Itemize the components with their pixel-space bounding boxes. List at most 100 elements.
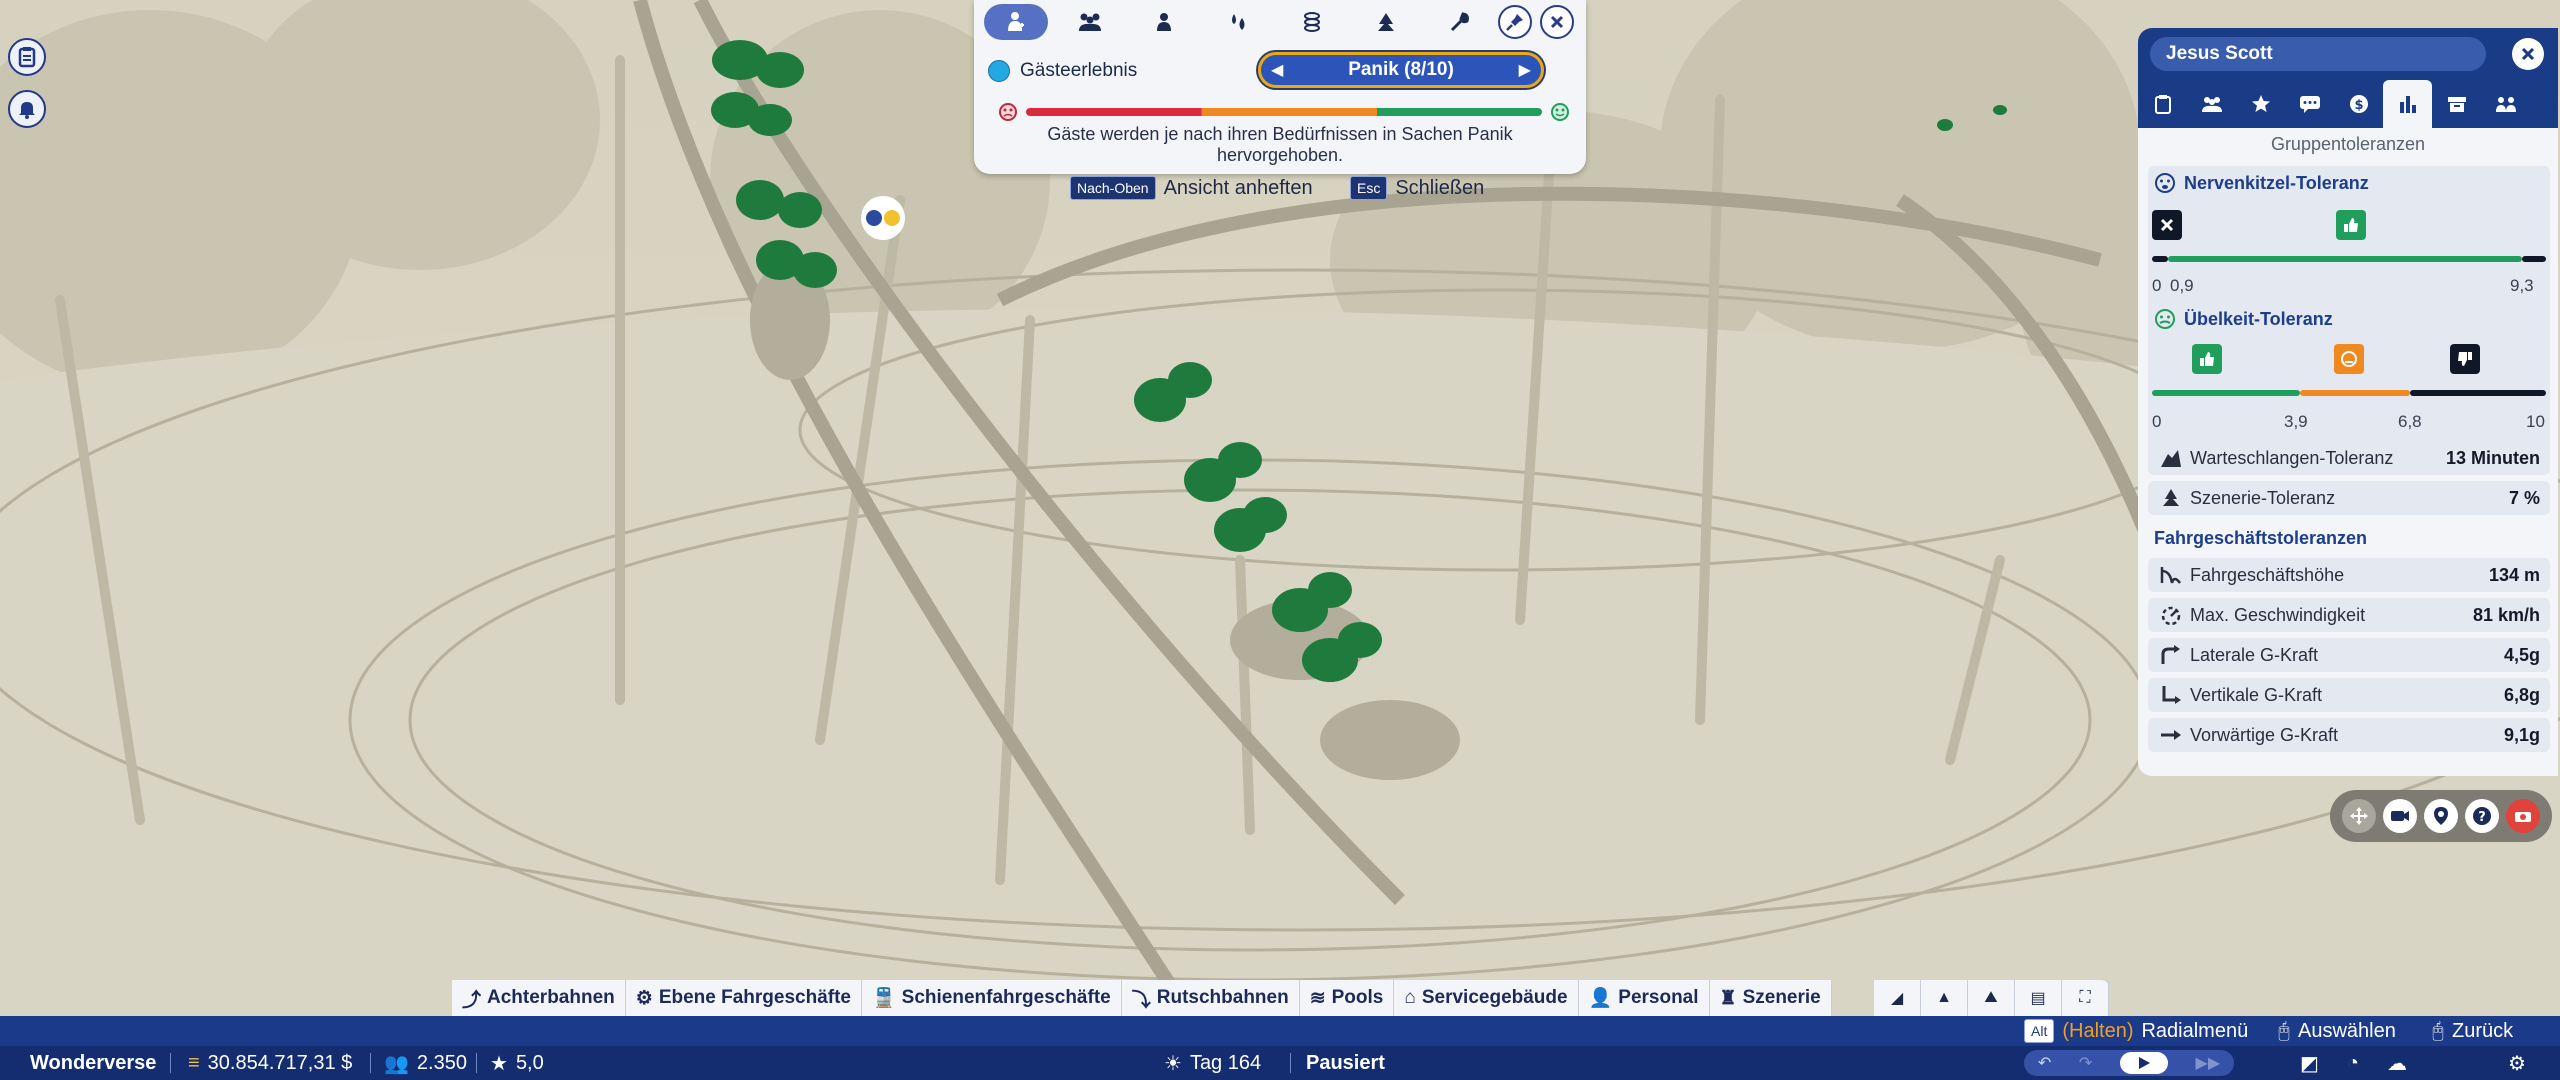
tab-person[interactable] <box>1132 4 1196 40</box>
tab-guest-experience[interactable] <box>984 4 1048 40</box>
pin-button[interactable] <box>1498 5 1532 39</box>
map-pin-icon <box>2433 807 2448 825</box>
tab-inventory[interactable] <box>2432 80 2481 128</box>
nausea-dislike-marker <box>2450 344 2480 374</box>
expand-icon: ⛶ <box>2079 989 2091 1006</box>
mouse-left-icon: 🖰 <box>2278 1019 2290 1042</box>
thrill-scale-mid <box>2168 256 2522 262</box>
queue-icon <box>2161 450 2181 467</box>
pin-icon <box>1506 14 1523 31</box>
fullscreen-tool[interactable]: ⛶ <box>2062 980 2109 1016</box>
chat-icon <box>2299 96 2320 113</box>
day-display: ☀ Tag 164 <box>1164 1051 1262 1075</box>
scenery-icon <box>1378 13 1394 31</box>
category-slides[interactable]: ⤵ Rutschbahnen <box>1121 980 1300 1016</box>
arrow-left-icon[interactable]: ◀ <box>1271 60 1283 80</box>
nausea-scale-mid <box>2300 390 2410 396</box>
nausea-label-1: 3,9 <box>2284 412 2308 431</box>
tab-overview[interactable] <box>2138 80 2187 128</box>
sun-icon: ☀ <box>1164 1052 1182 1075</box>
nausea-neutral-marker <box>2334 344 2364 374</box>
clipboard-icon <box>2154 95 2171 114</box>
pin-view-hint[interactable]: Nach-Oben Ansicht anheften <box>1070 176 1313 200</box>
blueprint-tool[interactable]: ▤ <box>2015 980 2062 1016</box>
scenery-tolerance-row: Szenerie-Toleranz 7 % <box>2148 481 2550 515</box>
category-staff[interactable]: 👤 Personal <box>1578 980 1710 1016</box>
locate-button[interactable] <box>2423 799 2458 833</box>
lateral-g-row: Laterale G-Kraft 4,5g <box>2148 638 2550 672</box>
terrain-tool[interactable]: ◢ <box>1874 980 1921 1016</box>
sad-face-icon <box>999 103 1017 121</box>
vertical-arrow-icon <box>2162 686 2181 704</box>
guest-count[interactable]: 👥 2.350 <box>384 1046 467 1080</box>
tab-maintenance[interactable] <box>1428 4 1492 40</box>
close-button[interactable] <box>1540 5 1574 39</box>
mood-selector[interactable]: ◀ Panik (8/10) ▶ <box>1258 52 1544 88</box>
notifications-button[interactable] <box>8 90 46 128</box>
close-hint[interactable]: Esc Schließen <box>1350 176 1484 200</box>
settings-button[interactable]: ⚙ <box>2508 1046 2526 1080</box>
guest-close-button[interactable] <box>2512 38 2544 70</box>
pool-icon: ≋ <box>1309 987 1326 1009</box>
move-camera-button[interactable] <box>2341 799 2376 833</box>
status-bar: Wonderverse ≡ 30.854.717,31 $ 👥 2.350 ★ … <box>0 1046 2560 1080</box>
camera-button[interactable] <box>2382 799 2417 833</box>
wrench-icon <box>1450 12 1469 32</box>
lateral-arrow-icon <box>2161 645 2180 664</box>
svg-text:?: ? <box>2478 810 2486 825</box>
park-rating[interactable]: ★ 5,0 <box>490 1046 544 1080</box>
weather-icon[interactable]: ☁ <box>2387 1051 2407 1076</box>
x-icon <box>2160 218 2174 232</box>
svg-text:$: $ <box>2354 98 2363 113</box>
nausea-like-marker <box>2192 344 2222 374</box>
tab-money[interactable] <box>1280 4 1344 40</box>
tab-groups[interactable] <box>1058 4 1122 40</box>
category-flat-rides[interactable]: ⚙ Ebene Fahrgeschäfte <box>625 980 862 1016</box>
star-icon <box>2251 95 2270 112</box>
tab-needs[interactable] <box>1206 4 1270 40</box>
clipboard-button[interactable] <box>8 38 46 76</box>
category-track-rides[interactable]: 🚆 Schienenfahrgeschäfte <box>861 980 1122 1016</box>
nausea-tolerance-box: Übelkeit-Toleranz 0 3,9 6,8 10 <box>2148 302 2550 462</box>
thrill-scale-high <box>2522 256 2546 262</box>
category-pools[interactable]: ≋ Pools <box>1299 980 1395 1016</box>
arrow-right-icon[interactable]: ▶ <box>1519 60 1531 80</box>
tab-group[interactable] <box>2187 80 2236 128</box>
thumbs-up-icon <box>2200 352 2214 366</box>
play-button[interactable] <box>2119 1052 2168 1074</box>
needs-icon <box>1232 14 1245 30</box>
group-icon <box>1079 13 1101 31</box>
move-icon <box>2349 807 2368 825</box>
tab-stats[interactable] <box>2383 80 2432 128</box>
close-icon <box>1550 15 1564 29</box>
tab-favorites[interactable] <box>2236 80 2285 128</box>
map-toggle-icon[interactable]: ◩ <box>2300 1051 2319 1076</box>
radial-menu-hint: Alt (Halten) Radialmenü <box>2024 1016 2248 1046</box>
park-name[interactable]: Wonderverse <box>30 1046 156 1080</box>
scenery-icon: ♜ <box>1719 987 1737 1009</box>
clipboard-icon <box>18 47 36 68</box>
thrill-label-2: 9,3 <box>2510 276 2534 295</box>
redo-icon[interactable]: ↷ <box>2079 1053 2092 1073</box>
category-service[interactable]: ⌂ Servicegebäude <box>1394 980 1579 1016</box>
fast-forward-icon[interactable]: ▶▶ <box>2196 1053 2221 1073</box>
undo-icon[interactable]: ↶ <box>2038 1053 2051 1073</box>
nausea-label-3: 10 <box>2526 412 2545 431</box>
mood-selector-value: Panik (8/10) <box>1348 59 1454 80</box>
group-icon <box>2201 97 2222 112</box>
tab-finances[interactable]: $ <box>2334 80 2383 128</box>
mountain-tool[interactable]: ⛰ <box>1968 980 2015 1016</box>
tab-people[interactable] <box>2481 80 2530 128</box>
help-button[interactable]: ? <box>2465 799 2500 833</box>
money-display[interactable]: ≡ 30.854.717,31 $ <box>188 1046 352 1080</box>
tree-tool[interactable]: ▲ <box>1921 980 1968 1016</box>
neutral-face-icon <box>2341 351 2357 367</box>
timer-icon[interactable]: ◔ <box>2347 1052 2359 1075</box>
record-button[interactable] <box>2506 799 2541 833</box>
tab-thoughts[interactable] <box>2285 80 2334 128</box>
tab-scenery[interactable] <box>1354 4 1418 40</box>
category-scenery[interactable]: ♜ Szenerie <box>1709 980 1832 1016</box>
guest-name[interactable]: Jesus Scott <box>2150 37 2486 71</box>
category-coasters[interactable]: ⤴ Achterbahnen <box>452 980 626 1016</box>
thrill-dislike-marker <box>2152 210 2182 240</box>
